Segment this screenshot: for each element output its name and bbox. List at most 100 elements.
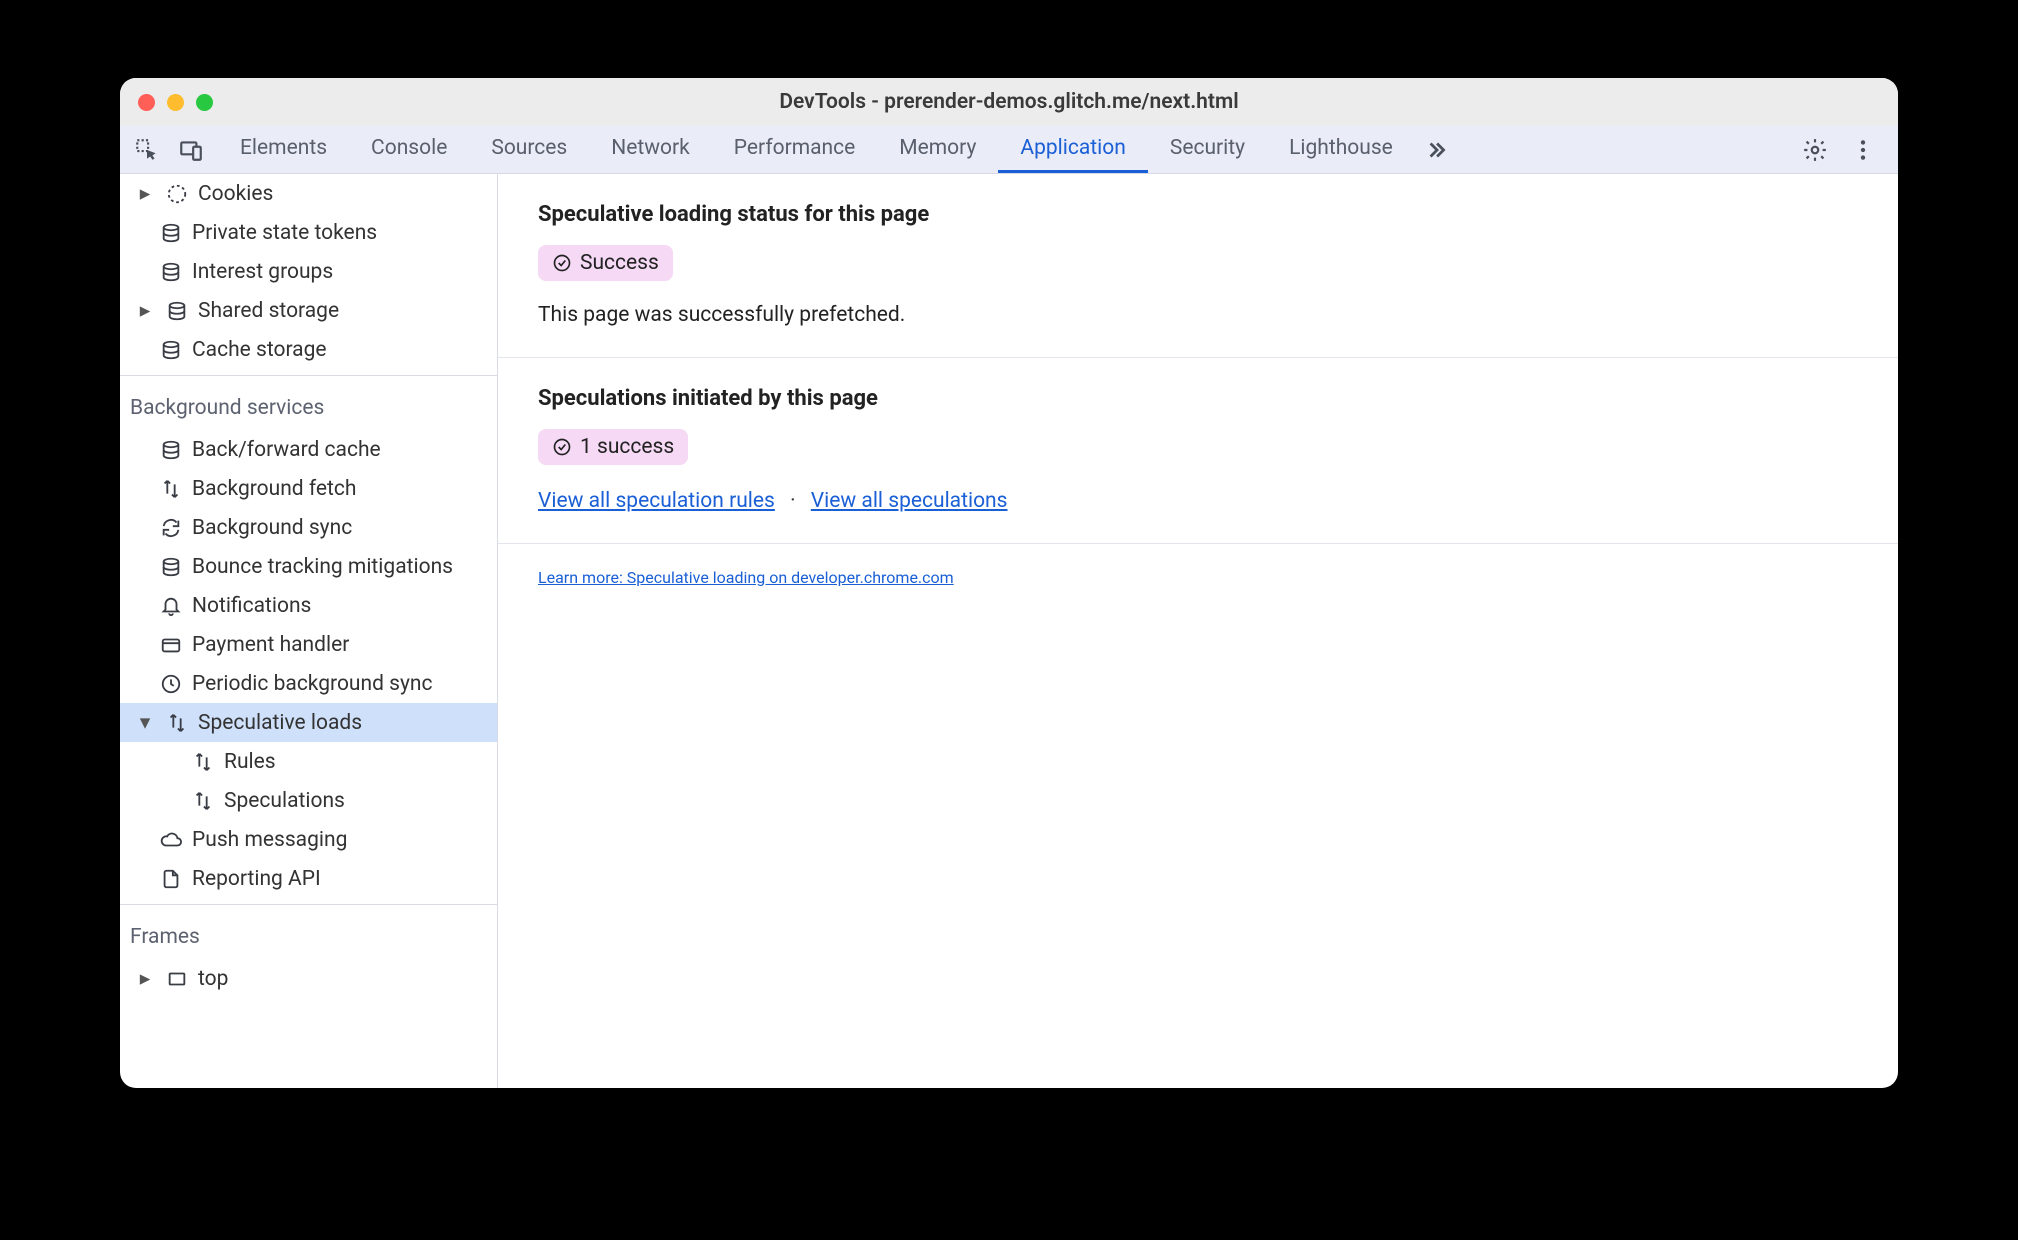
close-window-button[interactable] — [138, 94, 155, 111]
database-icon — [160, 339, 182, 361]
tab-sources[interactable]: Sources — [469, 126, 589, 173]
link-separator: · — [790, 489, 796, 513]
kebab-menu-icon[interactable] — [1850, 137, 1876, 163]
sidebar-item-periodic-sync[interactable]: Periodic background sync — [120, 664, 497, 703]
tab-security[interactable]: Security — [1148, 126, 1267, 173]
sync-icon — [160, 517, 182, 539]
tab-application[interactable]: Application — [998, 126, 1147, 173]
expand-arrow-icon: ▸ — [138, 187, 152, 201]
device-toggle-icon[interactable] — [178, 137, 204, 163]
sidebar-item-rules[interactable]: Rules — [120, 742, 497, 781]
sidebar-item-payment-handler[interactable]: Payment handler — [120, 625, 497, 664]
sidebar-group-frames: Frames — [120, 911, 497, 959]
sidebar-item-label: Cookies — [198, 182, 273, 206]
sidebar-item-label: Cache storage — [192, 338, 327, 362]
sidebar-item-shared-storage[interactable]: ▸ Shared storage — [120, 291, 497, 330]
bell-icon — [160, 595, 182, 617]
sidebar-item-label: Background fetch — [192, 477, 356, 501]
learn-more-section: Learn more: Speculative loading on devel… — [498, 544, 1898, 611]
tab-elements[interactable]: Elements — [218, 126, 349, 173]
sidebar-item-label: Bounce tracking mitigations — [192, 555, 453, 579]
sidebar-item-label: Payment handler — [192, 633, 349, 657]
maximize-window-button[interactable] — [196, 94, 213, 111]
updown-icon — [160, 478, 182, 500]
speculations-section: Speculations initiated by this page 1 su… — [498, 358, 1898, 544]
updown-icon — [192, 751, 214, 773]
sidebar-item-bounce-tracking[interactable]: Bounce tracking mitigations — [120, 547, 497, 586]
check-circle-icon — [552, 437, 572, 457]
sidebar-item-notifications[interactable]: Notifications — [120, 586, 497, 625]
tab-lighthouse[interactable]: Lighthouse — [1267, 126, 1415, 173]
sidebar-item-label: Rules — [224, 750, 276, 774]
status-description: This page was successfully prefetched. — [538, 303, 1858, 327]
page-icon — [160, 868, 182, 890]
devtools-window: DevTools - prerender-demos.glitch.me/nex… — [120, 78, 1898, 1088]
sidebar-item-push-messaging[interactable]: Push messaging — [120, 820, 497, 859]
sidebar-item-background-sync[interactable]: Background sync — [120, 508, 497, 547]
panel-tabs: Elements Console Sources Network Perform… — [218, 126, 1788, 173]
status-section: Speculative loading status for this page… — [498, 174, 1898, 358]
database-icon — [160, 439, 182, 461]
expand-arrow-icon: ▸ — [138, 972, 152, 986]
view-all-rules-link[interactable]: View all speculation rules — [538, 489, 775, 513]
application-sidebar: ▸ Cookies Private state tokens Interest … — [120, 174, 498, 1088]
updown-icon — [192, 790, 214, 812]
database-icon — [160, 261, 182, 283]
sidebar-item-cookies[interactable]: ▸ Cookies — [120, 174, 497, 213]
traffic-lights — [120, 94, 213, 111]
sidebar-item-bfcache[interactable]: Back/forward cache — [120, 430, 497, 469]
speculations-badge-label: 1 success — [580, 435, 674, 459]
sidebar-item-interest-groups[interactable]: Interest groups — [120, 252, 497, 291]
speculations-heading: Speculations initiated by this page — [538, 386, 1858, 411]
sidebar-item-cache-storage[interactable]: Cache storage — [120, 330, 497, 369]
minimize-window-button[interactable] — [167, 94, 184, 111]
sidebar-group-background-services: Background services — [120, 382, 497, 430]
updown-icon — [166, 712, 188, 734]
tab-console[interactable]: Console — [349, 126, 469, 173]
devtools-tabbar: Elements Console Sources Network Perform… — [120, 126, 1898, 174]
status-badge-label: Success — [580, 251, 659, 275]
sidebar-item-label: Background sync — [192, 516, 352, 540]
sidebar-item-label: Push messaging — [192, 828, 347, 852]
sidebar-item-label: Reporting API — [192, 867, 321, 891]
more-tabs-icon[interactable] — [1423, 137, 1449, 163]
window-title: DevTools - prerender-demos.glitch.me/nex… — [120, 90, 1898, 114]
sidebar-item-background-fetch[interactable]: Background fetch — [120, 469, 497, 508]
inspect-icon[interactable] — [134, 137, 160, 163]
status-heading: Speculative loading status for this page — [538, 202, 1858, 227]
learn-more-link[interactable]: Learn more: Speculative loading on devel… — [538, 568, 954, 587]
speculation-links: View all speculation rules · View all sp… — [538, 489, 1858, 513]
cloud-icon — [160, 829, 182, 851]
sidebar-item-label: Interest groups — [192, 260, 333, 284]
sidebar-item-private-state-tokens[interactable]: Private state tokens — [120, 213, 497, 252]
check-circle-icon — [552, 253, 572, 273]
frame-icon — [166, 968, 188, 990]
sidebar-item-reporting-api[interactable]: Reporting API — [120, 859, 497, 898]
sidebar-item-label: Speculative loads — [198, 711, 362, 735]
database-icon — [160, 222, 182, 244]
sidebar-item-label: Notifications — [192, 594, 311, 618]
database-icon — [166, 300, 188, 322]
collapse-arrow-icon: ▾ — [138, 716, 152, 730]
tab-network[interactable]: Network — [589, 126, 712, 173]
titlebar: DevTools - prerender-demos.glitch.me/nex… — [120, 78, 1898, 126]
settings-icon[interactable] — [1802, 137, 1828, 163]
sidebar-item-label: top — [198, 967, 228, 991]
sidebar-item-label: Private state tokens — [192, 221, 377, 245]
sidebar-item-label: Speculations — [224, 789, 345, 813]
clock-icon — [160, 673, 182, 695]
database-icon — [160, 556, 182, 578]
sidebar-item-speculations[interactable]: Speculations — [120, 781, 497, 820]
tab-memory[interactable]: Memory — [877, 126, 998, 173]
sidebar-item-label: Shared storage — [198, 299, 339, 323]
sidebar-item-label: Periodic background sync — [192, 672, 433, 696]
speculations-badge: 1 success — [538, 429, 688, 465]
main-content: Speculative loading status for this page… — [498, 174, 1898, 1088]
tab-performance[interactable]: Performance — [712, 126, 877, 173]
status-badge: Success — [538, 245, 673, 281]
view-all-speculations-link[interactable]: View all speculations — [811, 489, 1008, 513]
sidebar-item-top-frame[interactable]: ▸ top — [120, 959, 497, 998]
card-icon — [160, 634, 182, 656]
expand-arrow-icon: ▸ — [138, 304, 152, 318]
sidebar-item-speculative-loads[interactable]: ▾ Speculative loads — [120, 703, 497, 742]
